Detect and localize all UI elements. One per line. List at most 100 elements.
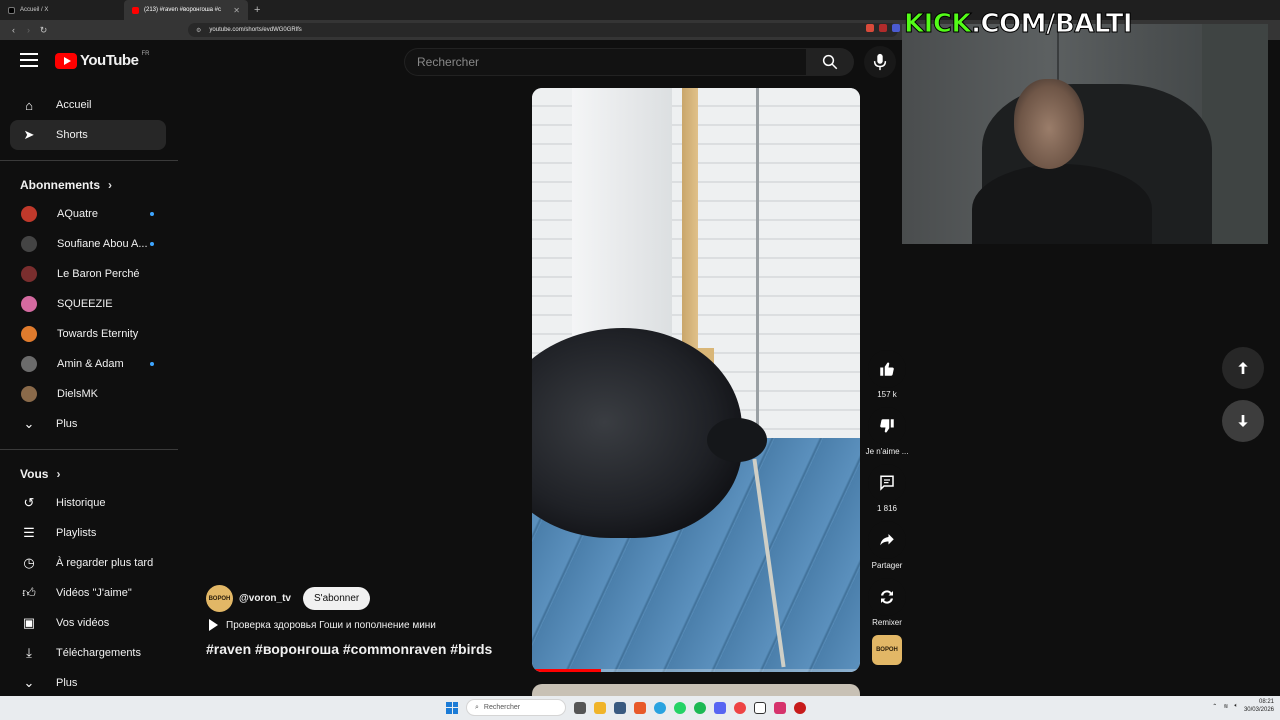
liked-videos-icon: 👍︎: [22, 585, 36, 600]
chevron-right-icon: ›: [56, 467, 61, 481]
site-info-icon[interactable]: ⚙: [196, 27, 201, 34]
watch-later-icon: ◷: [23, 555, 35, 570]
close-icon[interactable]: ✕: [233, 6, 240, 15]
task-view-icon[interactable]: [574, 701, 586, 714]
taskbar-search[interactable]: ⌕ Rechercher: [466, 699, 566, 716]
share-button[interactable]: [868, 521, 906, 559]
windows-start-icon[interactable]: [446, 701, 458, 714]
app-icon[interactable]: [774, 701, 786, 714]
sidebar-item-your-videos[interactable]: ▣ Vos vidéos: [10, 608, 166, 638]
sidebar-item-accueil[interactable]: ⌂ Accueil: [10, 90, 166, 120]
sidebar-item-history[interactable]: ↺ Historique: [10, 488, 166, 518]
wifi-icon[interactable]: ≋: [1223, 703, 1228, 710]
whatsapp-icon[interactable]: [674, 701, 686, 714]
chevron-up-icon[interactable]: ⌃: [1212, 703, 1217, 710]
downloads-icon: ⤓: [26, 645, 32, 660]
sidebar-item-subscription[interactable]: DielsMK: [10, 379, 166, 409]
channel-info: ВОРОН @voron_tv S'abonner: [206, 585, 371, 612]
back-icon[interactable]: ‹: [6, 25, 21, 35]
extension-icon[interactable]: [892, 24, 900, 32]
subscribe-button[interactable]: S'abonner: [302, 587, 371, 610]
new-tab-button[interactable]: +: [254, 4, 260, 16]
voice-search-button[interactable]: [864, 46, 896, 78]
sidebar-item-label: SQUEEZIE: [57, 298, 113, 310]
comments-button[interactable]: [868, 464, 906, 502]
channel-avatar: [21, 356, 37, 372]
sidebar-item-label: AQuatre: [57, 208, 98, 220]
extension-icon[interactable]: [866, 24, 874, 32]
taskbar-search-placeholder: Rechercher: [483, 704, 521, 711]
system-tray: ⌃ ≋ 🔈︎ 08:21 30/03/2026: [1212, 698, 1274, 714]
short-actions: 157 k Je n'aime ... 1 816 Partager Remix…: [866, 350, 908, 665]
raven-head-image: [707, 418, 767, 462]
sound-avatar[interactable]: ВОРОН: [872, 635, 902, 665]
browser-tab-youtube[interactable]: (213) #raven #воронгоша #c ✕: [124, 0, 248, 20]
sidebar-item-subscription[interactable]: Amin & Adam: [10, 349, 166, 379]
chevron-right-icon: ›: [108, 178, 113, 192]
description-text: Проверка здоровья Гоши и пополнение мини: [226, 619, 436, 631]
telegram-icon[interactable]: [654, 701, 666, 714]
remix-action: Remixer: [866, 578, 908, 627]
youtube-play-icon: [55, 52, 77, 69]
short-hashtags[interactable]: #raven #воронгоша #commonraven #birds: [206, 641, 492, 657]
sidebar-item-label: Plus: [56, 418, 78, 430]
video-progress-bar[interactable]: [532, 669, 860, 672]
next-short-button[interactable]: [1222, 400, 1264, 442]
menu-icon[interactable]: [20, 53, 38, 69]
your-videos-icon: ▣: [22, 615, 36, 630]
shorts-icon: ➤: [23, 127, 35, 142]
home-icon: ⌂: [25, 97, 33, 113]
share-action: Partager: [866, 521, 908, 570]
previous-short-button[interactable]: [1222, 347, 1264, 389]
youtube-logo[interactable]: YouTube FR: [55, 51, 149, 69]
channel-handle[interactable]: @voron_tv: [239, 593, 291, 604]
address-bar[interactable]: ⚙ youtube.com/shorts/evdWG0GRlfs: [188, 23, 898, 37]
system-clock[interactable]: 08:21 30/03/2026: [1244, 698, 1274, 714]
like-button[interactable]: [868, 350, 906, 388]
remix-button[interactable]: [868, 578, 906, 616]
short-description[interactable]: Проверка здоровья Гоши и пополнение мини: [206, 619, 436, 631]
sidebar-item-downloads[interactable]: ⤓ Téléchargements: [10, 638, 166, 668]
tab-title: (213) #raven #воронгоша #c: [144, 7, 222, 13]
search-input[interactable]: Rechercher: [404, 48, 806, 76]
short-video-player[interactable]: [532, 88, 860, 672]
logo-text: YouTube: [80, 52, 139, 69]
notion-icon[interactable]: [754, 701, 766, 714]
video-progress-fill: [532, 669, 601, 672]
new-content-dot: [150, 212, 154, 216]
sidebar-item-watch-later[interactable]: ◷ À regarder plus tard: [10, 548, 166, 578]
discord-icon[interactable]: [714, 701, 726, 714]
sidebar-item-liked-videos[interactable]: 👍︎ Vidéos "J'aime": [10, 578, 166, 608]
file-explorer-icon[interactable]: [594, 701, 606, 714]
subscriptions-header[interactable]: Abonnements ›: [0, 171, 178, 199]
volume-icon[interactable]: 🔈︎: [1234, 703, 1238, 710]
sidebar-item-subscription[interactable]: Soufiane Abou A...: [10, 229, 166, 259]
reload-icon[interactable]: ↻: [36, 25, 51, 36]
playlists-icon: ☰: [23, 525, 35, 540]
channel-avatar: [21, 296, 37, 312]
channel-avatar[interactable]: ВОРОН: [206, 585, 233, 612]
extension-icon[interactable]: [879, 24, 887, 32]
sidebar-item-subscription[interactable]: SQUEEZIE: [10, 289, 166, 319]
app-icon[interactable]: [794, 701, 806, 714]
sidebar-item-subscription[interactable]: Le Baron Perché: [10, 259, 166, 289]
sidebar-item-label: Le Baron Perché: [57, 268, 140, 280]
calculator-icon[interactable]: [614, 701, 626, 714]
dislike-button[interactable]: [868, 407, 906, 445]
sidebar-item-playlists[interactable]: ☰ Playlists: [10, 518, 166, 548]
sidebar-item-subscription[interactable]: AQuatre: [10, 199, 166, 229]
divider: [0, 449, 178, 450]
windows-taskbar: ⌕ Rechercher ⌃ ≋ 🔈︎ 08:21 30/03/2026: [0, 696, 1280, 720]
sidebar-item-more[interactable]: ⌄ Plus: [10, 668, 166, 698]
brave-browser-icon[interactable]: [634, 701, 646, 714]
browser-tab-x[interactable]: Accueil / X: [0, 0, 124, 20]
spotify-icon[interactable]: [694, 701, 706, 714]
chevron-down-icon: ⌄: [23, 675, 35, 690]
you-header[interactable]: Vous ›: [0, 460, 178, 488]
chrome-icon[interactable]: [734, 701, 746, 714]
sidebar-item-shorts[interactable]: ➤ Shorts: [10, 120, 166, 150]
search-button[interactable]: [806, 48, 854, 76]
sidebar-item-subscription[interactable]: Towards Eternity: [10, 319, 166, 349]
forward-icon[interactable]: ›: [21, 25, 36, 35]
sidebar-item-more[interactable]: ⌄ Plus: [10, 409, 166, 439]
